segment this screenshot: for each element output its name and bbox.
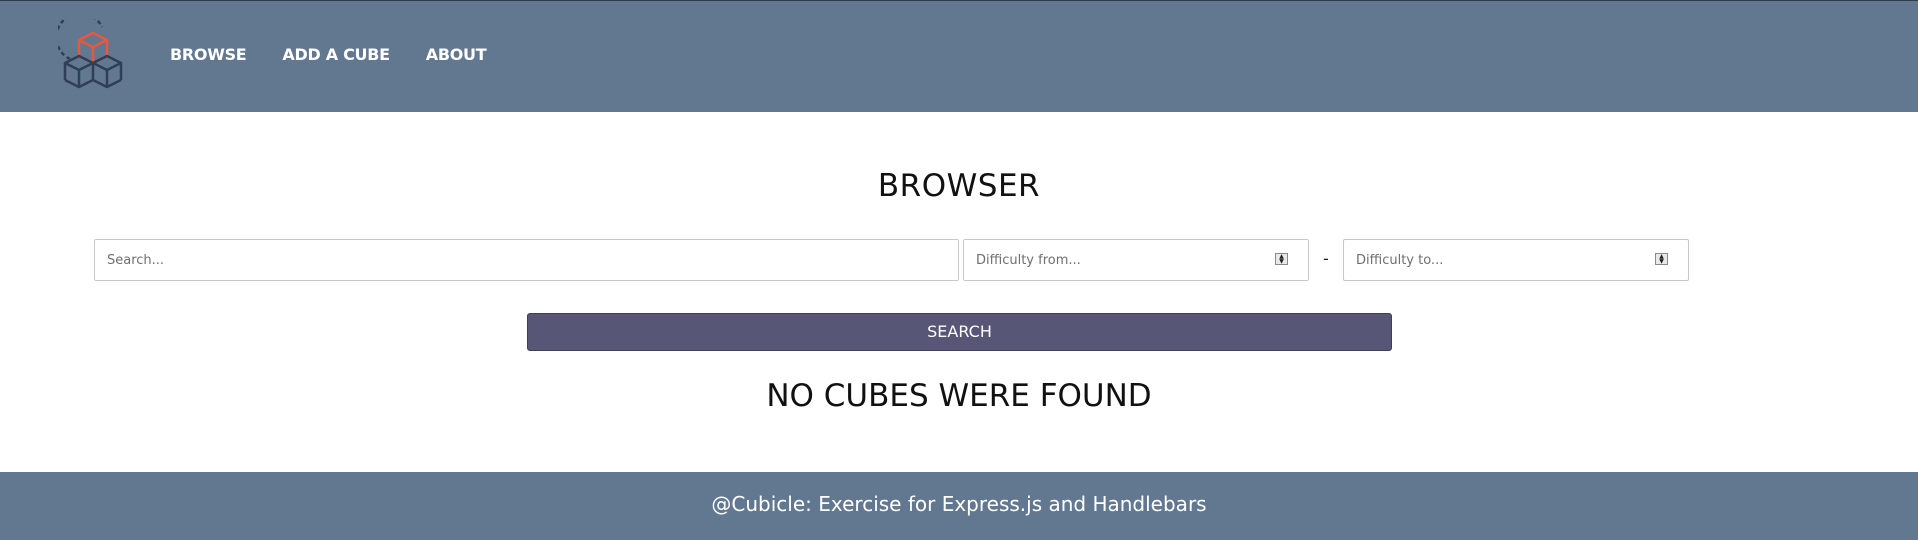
- no-results-message: NO CUBES WERE FOUND: [766, 378, 1152, 414]
- site-header: BROWSE ADD A CUBE ABOUT: [0, 0, 1918, 112]
- range-separator: -: [1323, 249, 1329, 268]
- difficulty-to-spinner-icon[interactable]: ▲ ▼: [1655, 253, 1668, 265]
- difficulty-from-spinner-icon[interactable]: ▲ ▼: [1275, 253, 1288, 265]
- page-title: BROWSER: [877, 168, 1041, 204]
- search-button[interactable]: SEARCH: [527, 313, 1392, 351]
- footer-text: @Cubicle: Exercise for Express.js and Ha…: [711, 492, 1207, 516]
- search-input[interactable]: [94, 239, 959, 281]
- site-footer: @Cubicle: Exercise for Express.js and Ha…: [0, 472, 1918, 540]
- nav-browse-link[interactable]: BROWSE: [170, 45, 247, 64]
- main-nav: BROWSE ADD A CUBE ABOUT: [170, 45, 522, 64]
- difficulty-to-input[interactable]: [1343, 239, 1689, 281]
- nav-about-link[interactable]: ABOUT: [426, 45, 487, 64]
- difficulty-from-input[interactable]: [963, 239, 1309, 281]
- nav-add-cube-link[interactable]: ADD A CUBE: [282, 45, 390, 64]
- cubes-logo-icon[interactable]: [58, 19, 130, 93]
